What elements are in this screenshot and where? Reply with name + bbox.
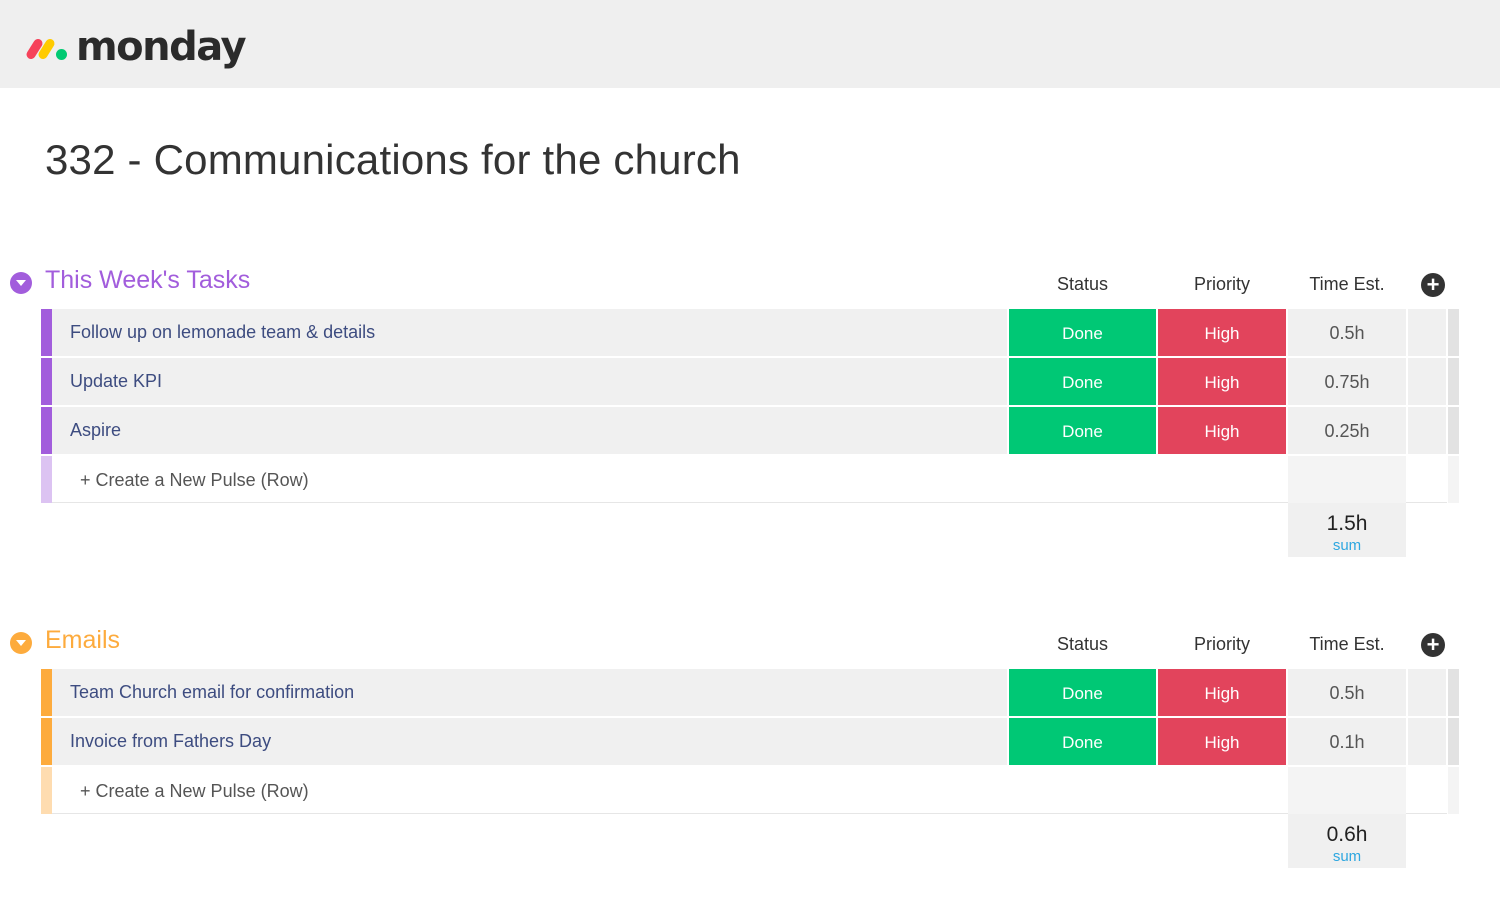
group-header: This Week's Tasks Status Priority Time E… (0, 262, 1500, 309)
monday-logo-icon (24, 34, 70, 61)
summary-row: 0.6h sum (0, 814, 1500, 870)
pulse-name-cell[interactable]: Invoice from Fathers Day (52, 718, 1007, 765)
column-header-priority[interactable]: Priority (1158, 274, 1286, 295)
column-header-priority[interactable]: Priority (1158, 634, 1286, 655)
row-color-bar (41, 767, 52, 814)
pulse-name[interactable]: Team Church email for confirmation (70, 682, 354, 703)
group-title[interactable]: Emails (45, 626, 120, 655)
table-row[interactable]: Aspire Done High 0.25h (0, 407, 1500, 454)
plus-circle-icon[interactable]: + (1421, 273, 1445, 297)
status-cell[interactable]: Done (1009, 669, 1156, 716)
priority-cell[interactable]: High (1158, 718, 1286, 765)
empty-cell[interactable] (1408, 309, 1446, 356)
chevron-down-icon[interactable] (10, 632, 32, 654)
status-cell[interactable]: Done (1009, 407, 1156, 454)
empty-cell (1288, 456, 1406, 503)
logo-text: monday (76, 24, 247, 70)
group-this-weeks-tasks: This Week's Tasks Status Priority Time E… (0, 262, 1500, 559)
sum-value: 0.6h (1326, 823, 1368, 846)
empty-cell[interactable] (1408, 669, 1446, 716)
priority-cell[interactable]: High (1158, 358, 1286, 405)
chevron-down-icon[interactable] (10, 272, 32, 294)
create-pulse-cell[interactable]: + Create a New Pulse (Row) (52, 767, 1447, 814)
column-header-time-est[interactable]: Time Est. (1288, 634, 1406, 655)
sum-value: 1.5h (1326, 512, 1368, 535)
create-pulse-cell[interactable]: + Create a New Pulse (Row) (52, 456, 1447, 503)
empty-cell[interactable] (1408, 718, 1446, 765)
row-endcap (1448, 767, 1459, 814)
status-cell[interactable]: Done (1009, 358, 1156, 405)
row-endcap (1448, 456, 1459, 503)
row-endcap (1448, 358, 1459, 405)
row-endcap (1448, 669, 1459, 716)
table-row[interactable]: Invoice from Fathers Day Done High 0.1h (0, 718, 1500, 765)
create-pulse-row[interactable]: + Create a New Pulse (Row) (0, 767, 1500, 814)
pulse-name-cell[interactable]: Team Church email for confirmation (52, 669, 1007, 716)
row-endcap (1448, 309, 1459, 356)
time-sum-box: 0.6h sum (1288, 814, 1406, 868)
row-color-bar (41, 456, 52, 503)
status-cell[interactable]: Done (1009, 718, 1156, 765)
pulse-name[interactable]: Follow up on lemonade team & details (70, 322, 375, 343)
board-title[interactable]: 332 - Communications for the church (45, 136, 741, 184)
empty-cell[interactable] (1408, 407, 1446, 454)
create-pulse-label[interactable]: + Create a New Pulse (Row) (80, 470, 309, 491)
pulse-name-cell[interactable]: Aspire (52, 407, 1007, 454)
priority-cell[interactable]: High (1158, 407, 1286, 454)
table-row[interactable]: Update KPI Done High 0.75h (0, 358, 1500, 405)
row-color-bar (41, 309, 52, 356)
row-endcap (1448, 407, 1459, 454)
pulse-name[interactable]: Aspire (70, 420, 121, 441)
create-pulse-label[interactable]: + Create a New Pulse (Row) (80, 781, 309, 802)
sum-label[interactable]: sum (1288, 537, 1406, 554)
monday-logo[interactable]: monday (24, 22, 247, 72)
priority-cell[interactable]: High (1158, 309, 1286, 356)
group-emails: Emails Status Priority Time Est. + Team … (0, 622, 1500, 870)
column-header-status[interactable]: Status (1009, 634, 1156, 655)
time-est-cell[interactable]: 0.75h (1288, 358, 1406, 405)
group-header: Emails Status Priority Time Est. + (0, 622, 1500, 669)
row-endcap (1448, 718, 1459, 765)
time-est-cell[interactable]: 0.5h (1288, 309, 1406, 356)
column-header-status[interactable]: Status (1009, 274, 1156, 295)
time-est-cell[interactable]: 0.25h (1288, 407, 1406, 454)
empty-cell[interactable] (1408, 358, 1446, 405)
table-row[interactable]: Follow up on lemonade team & details Don… (0, 309, 1500, 356)
top-bar: monday (0, 0, 1500, 88)
row-color-bar (41, 358, 52, 405)
row-color-bar (41, 407, 52, 454)
pulse-name-cell[interactable]: Update KPI (52, 358, 1007, 405)
create-pulse-row[interactable]: + Create a New Pulse (Row) (0, 456, 1500, 503)
table-row[interactable]: Team Church email for confirmation Done … (0, 669, 1500, 716)
time-est-cell[interactable]: 0.5h (1288, 669, 1406, 716)
row-color-bar (41, 718, 52, 765)
group-title[interactable]: This Week's Tasks (45, 266, 250, 295)
row-color-bar (41, 669, 52, 716)
empty-cell (1288, 767, 1406, 814)
pulse-name[interactable]: Update KPI (70, 371, 162, 392)
time-est-cell[interactable]: 0.1h (1288, 718, 1406, 765)
column-header-time-est[interactable]: Time Est. (1288, 274, 1406, 295)
plus-circle-icon[interactable]: + (1421, 633, 1445, 657)
summary-row: 1.5h sum (0, 503, 1500, 559)
time-sum-box: 1.5h sum (1288, 503, 1406, 557)
pulse-name-cell[interactable]: Follow up on lemonade team & details (52, 309, 1007, 356)
sum-label[interactable]: sum (1288, 848, 1406, 865)
priority-cell[interactable]: High (1158, 669, 1286, 716)
pulse-name[interactable]: Invoice from Fathers Day (70, 731, 271, 752)
status-cell[interactable]: Done (1009, 309, 1156, 356)
